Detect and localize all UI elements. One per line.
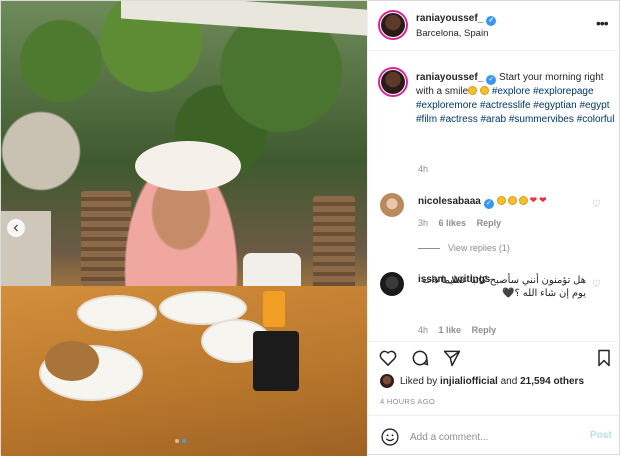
post-username[interactable]: raniayoussef_ ✓ [416, 13, 497, 26]
post-photo[interactable] [1, 1, 367, 456]
caption-time: 4h [418, 164, 429, 174]
hashtag-link[interactable]: #summervibes [509, 114, 574, 125]
instagram-post-frame: raniayoussef_ ✓ Barcelona, Spain ••• rani… [0, 0, 620, 456]
comment-text: هل تؤمنون أنني سأصبح كاتبا عظيما ذات يوم… [422, 275, 586, 299]
hashtag-link[interactable]: #actresslife [480, 100, 531, 111]
hashtag-link[interactable]: #explorepage [533, 86, 594, 97]
photo-bagel [45, 341, 99, 381]
verified-badge-icon: ✓ [486, 75, 497, 85]
comment-reply-button[interactable]: Reply [477, 218, 502, 228]
comment-input[interactable] [410, 429, 580, 445]
heart-icon[interactable] [378, 348, 398, 368]
liked-by-prefix: Liked by [400, 375, 438, 387]
liked-by-and: and [500, 375, 518, 387]
hashtag-link[interactable]: #exploremore [416, 100, 477, 111]
hashtag-link[interactable]: #colorful [577, 114, 615, 125]
photo-orange-juice [263, 291, 285, 327]
view-replies-label[interactable]: View replies (1) [448, 243, 510, 253]
sun-emoji-icon [480, 86, 490, 95]
hashtag-link[interactable]: #explore [492, 86, 530, 97]
hashtag-link[interactable]: #arab [480, 114, 506, 125]
photo-plate [77, 295, 157, 331]
hashtag-link[interactable]: #egypt [579, 100, 609, 111]
liked-by-others[interactable]: 21,594 others [520, 376, 584, 387]
comment-time: 4h [418, 325, 429, 335]
comment-like-heart-icon[interactable]: ♡ [592, 279, 601, 290]
photo-phone [253, 331, 299, 391]
avatar[interactable] [378, 10, 408, 40]
avatar[interactable] [380, 193, 404, 217]
carousel-dots [175, 439, 186, 443]
heart-eyes-emoji-icon [507, 196, 517, 205]
post-header: raniayoussef_ ✓ Barcelona, Spain ••• [368, 1, 620, 51]
comment-like-heart-icon[interactable]: ♡ [592, 199, 601, 210]
verified-badge-icon: ✓ [486, 16, 497, 26]
heart-eyes-emoji-icon [496, 196, 506, 205]
post-caption: raniayoussef_ ✓ Start your morning right … [416, 71, 616, 127]
chevron-left-icon[interactable] [7, 219, 25, 237]
comment-likes-count[interactable]: 6 likes [439, 218, 467, 228]
emoji-smile-icon[interactable] [380, 427, 400, 447]
comment-icon[interactable] [410, 348, 430, 368]
caption-avatar[interactable] [378, 67, 408, 97]
comment-username[interactable]: nicolesabaaa [418, 196, 481, 207]
photo-chair-right [313, 196, 355, 291]
caption-username[interactable]: raniayoussef_ [416, 72, 483, 83]
bookmark-icon[interactable] [594, 348, 614, 368]
hashtag-link[interactable]: #film [416, 114, 437, 125]
view-replies-button[interactable]: View replies (1) [418, 243, 510, 253]
comment-time: 3h [418, 218, 429, 228]
carousel-dot-active [182, 439, 186, 443]
liked-by-user[interactable]: injialiofficial [440, 376, 498, 387]
replies-divider [418, 247, 440, 249]
avatar[interactable] [380, 272, 404, 296]
carousel-dot [175, 439, 179, 443]
post-time-ago[interactable]: 4 HOURS AGO [380, 397, 435, 406]
comment-reply-button[interactable]: Reply [472, 325, 497, 335]
paper-plane-icon[interactable] [442, 348, 462, 368]
comment-text: nicolesabaaa ✓ ❤ ❤ [418, 195, 547, 209]
avatar[interactable] [380, 374, 394, 388]
sun-emoji-icon [468, 86, 478, 95]
emoji-row: ❤ ❤ [496, 195, 547, 205]
post-side-panel: raniayoussef_ ✓ Barcelona, Spain ••• rani… [367, 1, 620, 456]
comment-likes-count[interactable]: 1 like [439, 325, 462, 335]
photo-sun-hat [135, 141, 241, 191]
post-location[interactable]: Barcelona, Spain [416, 28, 488, 39]
smile-emoji-icon [518, 196, 528, 205]
comment-meta: 3h 6 likes Reply [418, 218, 509, 228]
post-comment-button[interactable]: Post [590, 430, 612, 441]
comment-meta: 4h 1 like Reply [418, 325, 504, 335]
more-horizontal-icon[interactable]: ••• [596, 15, 609, 31]
liked-by-row: Liked by injialiofficial and 21,594 othe… [380, 374, 584, 388]
hashtag-link[interactable]: #egyptian [533, 100, 576, 111]
post-actions-bar [368, 341, 620, 373]
add-comment-bar: Post [368, 415, 620, 456]
red-heart-emoji-icon: ❤ [539, 195, 547, 205]
red-heart-emoji-icon: ❤ [529, 195, 538, 205]
hashtag-link[interactable]: #actress [440, 114, 478, 125]
verified-badge-icon: ✓ [483, 199, 494, 209]
